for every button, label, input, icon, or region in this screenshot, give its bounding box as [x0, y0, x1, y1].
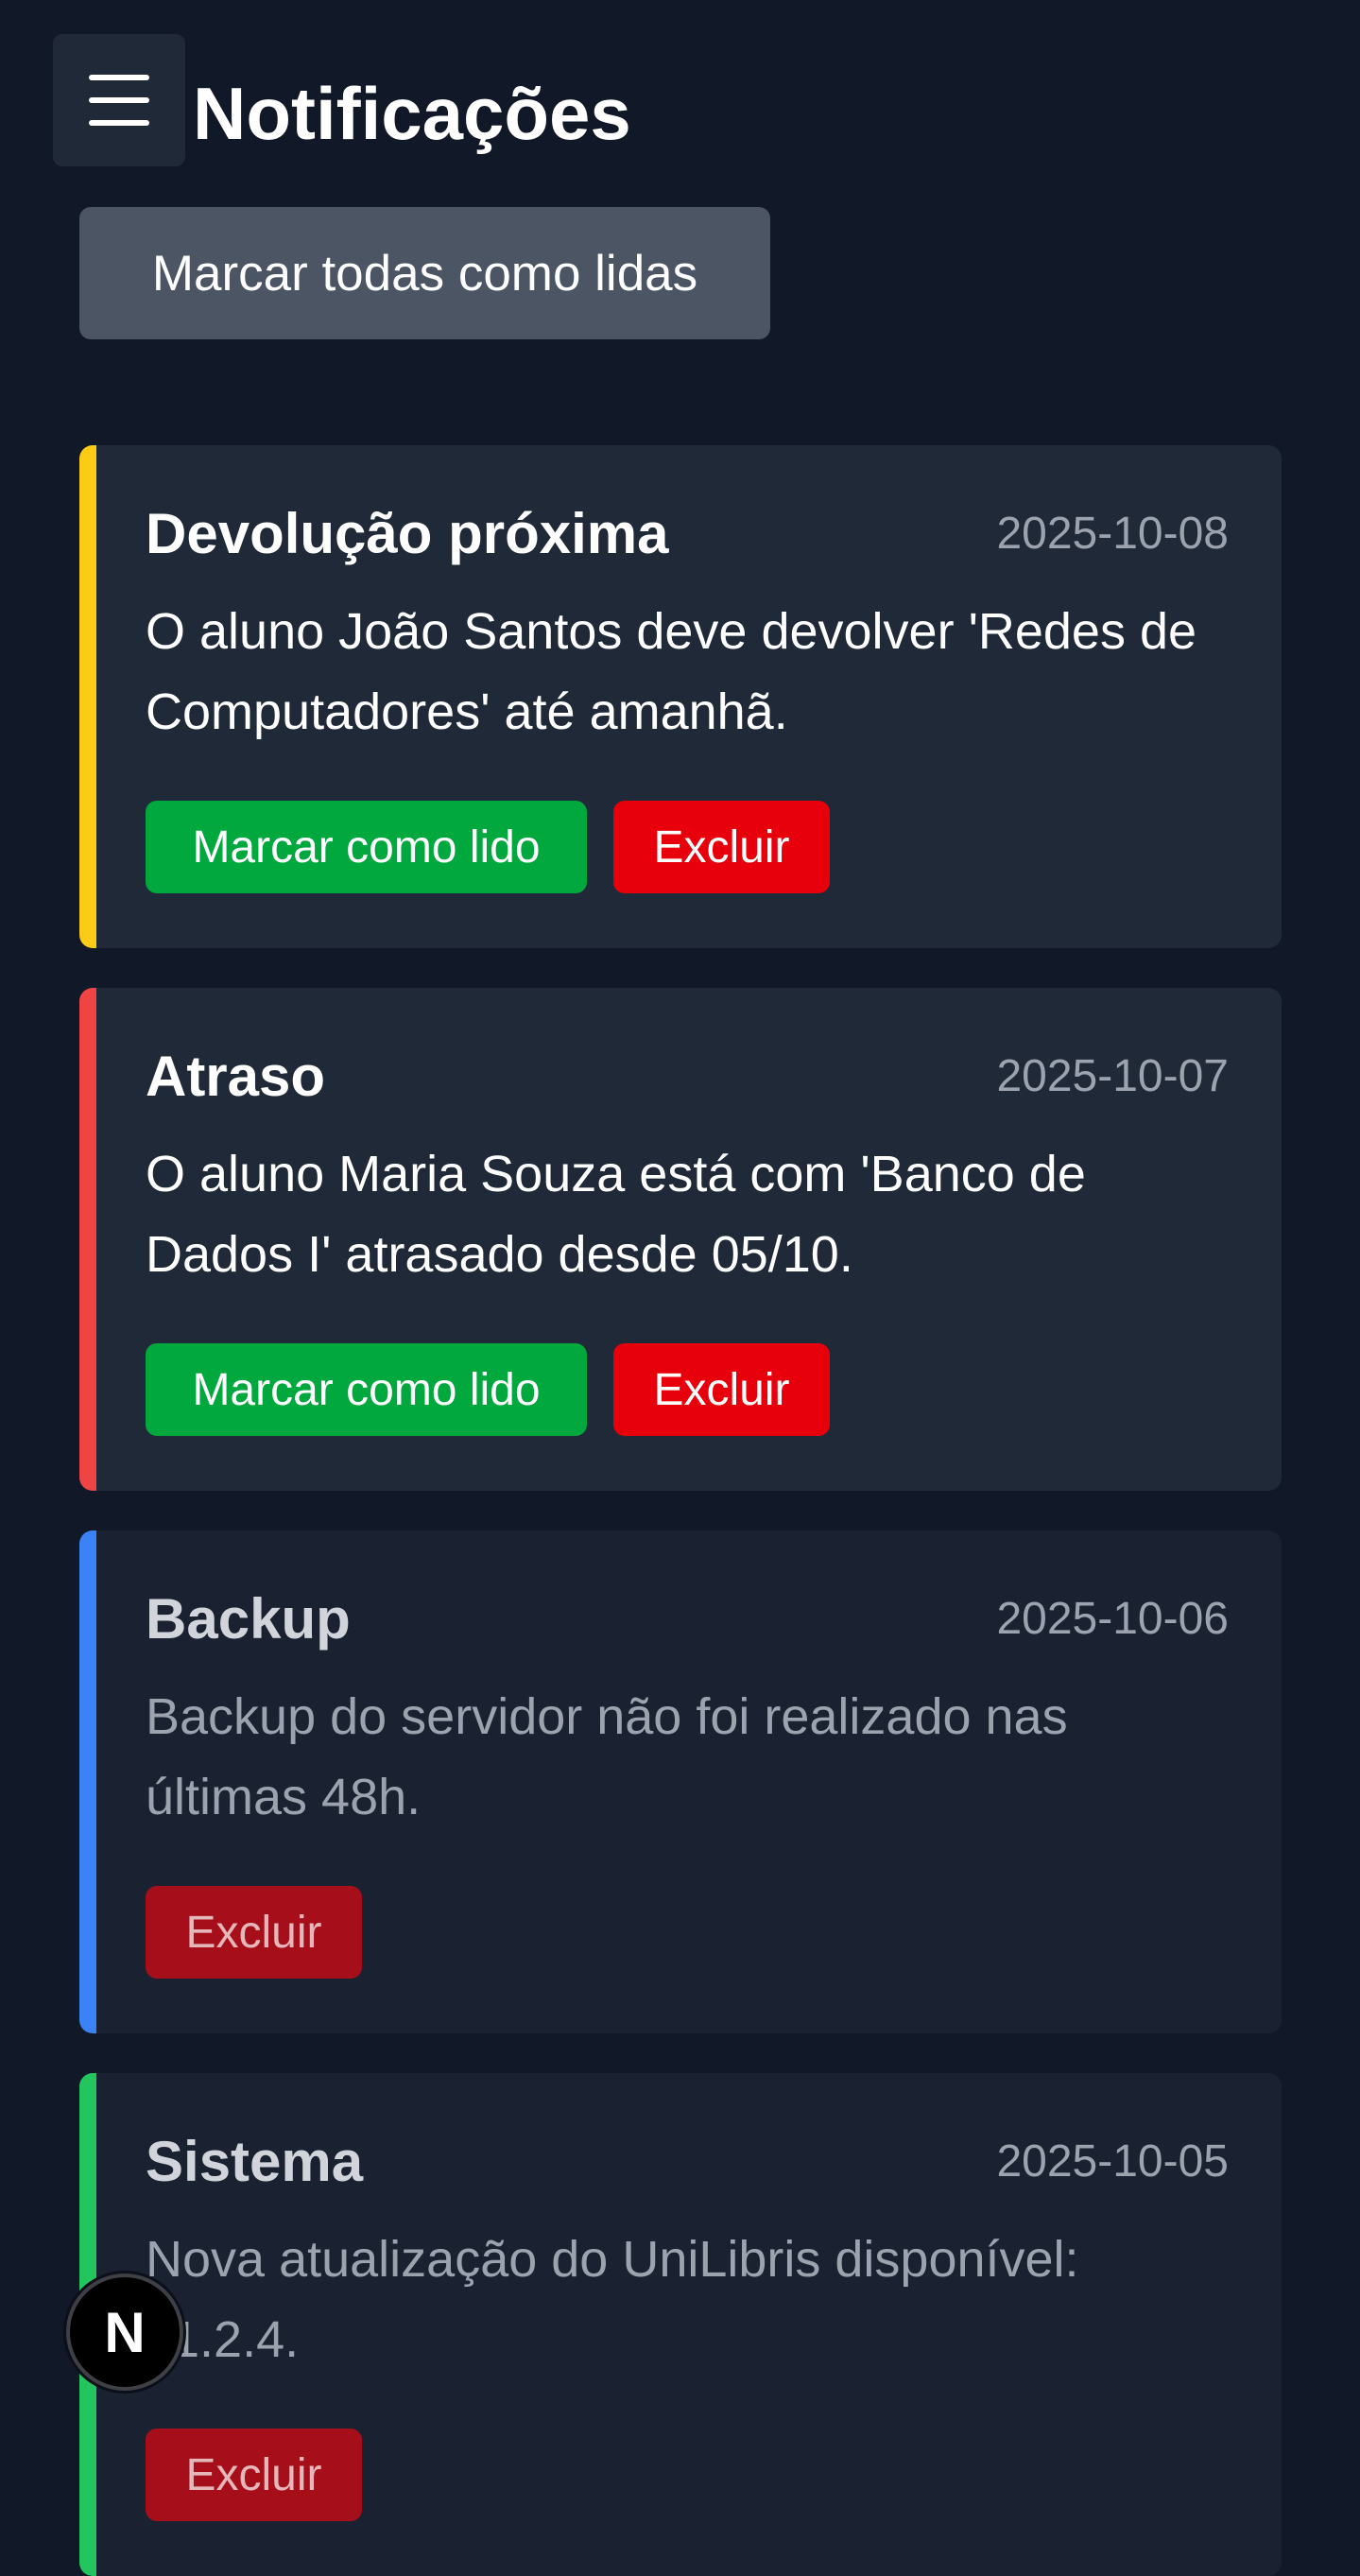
- hamburger-icon: [89, 75, 149, 126]
- notification-card: Atraso 2025-10-07 O aluno Maria Souza es…: [79, 988, 1282, 1491]
- notification-title: Atraso: [146, 1045, 326, 1108]
- notification-title: Backup: [146, 1587, 351, 1651]
- notification-date: 2025-10-06: [996, 1594, 1229, 1644]
- notification-actions: Marcar como lido Excluir: [146, 1343, 830, 1436]
- notification-date: 2025-10-07: [996, 1051, 1229, 1101]
- page-title: Notificações: [193, 72, 631, 155]
- notification-date: 2025-10-05: [996, 2136, 1229, 2187]
- delete-button[interactable]: Excluir: [146, 2429, 362, 2521]
- notification-title: Devolução próxima: [146, 502, 669, 565]
- mark-as-read-button[interactable]: Marcar como lido: [146, 801, 587, 893]
- notification-actions: Marcar como lido Excluir: [146, 801, 830, 893]
- notification-message: Backup do servidor não foi realizado nas…: [146, 1688, 1068, 1825]
- nextjs-logo-icon: N: [104, 2300, 146, 2364]
- notification-card: Devolução próxima 2025-10-08 O aluno Joã…: [79, 445, 1282, 948]
- delete-button[interactable]: Excluir: [613, 1343, 830, 1436]
- notification-card: Backup 2025-10-06 Backup do servidor não…: [79, 1530, 1282, 2033]
- mark-as-read-button[interactable]: Marcar como lido: [146, 1343, 587, 1436]
- notification-title: Sistema: [146, 2130, 364, 2193]
- mark-all-read-button[interactable]: Marcar todas como lidas: [79, 207, 770, 339]
- notification-date: 2025-10-08: [996, 509, 1229, 559]
- notification-actions: Excluir: [146, 1886, 362, 1979]
- notification-message: O aluno João Santos deve devolver 'Redes…: [146, 603, 1197, 740]
- delete-button[interactable]: Excluir: [613, 801, 830, 893]
- notification-card: Sistema 2025-10-05 Nova atualização do U…: [79, 2073, 1282, 2576]
- notification-message: Nova atualização do UniLibris disponível…: [146, 2231, 1079, 2368]
- menu-button[interactable]: [53, 34, 185, 166]
- nextjs-dev-indicator-button[interactable]: N: [66, 2273, 183, 2391]
- notification-actions: Excluir: [146, 2429, 362, 2521]
- notification-message: O aluno Maria Souza está com 'Banco de D…: [146, 1146, 1086, 1283]
- delete-button[interactable]: Excluir: [146, 1886, 362, 1979]
